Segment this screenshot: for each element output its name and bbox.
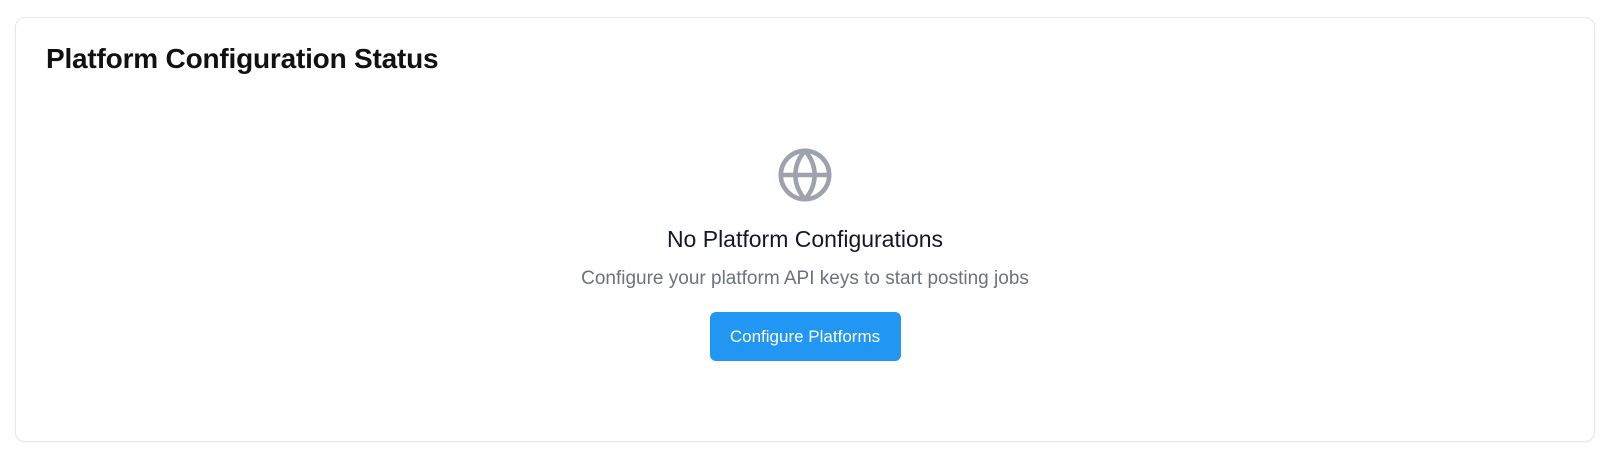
empty-state-heading: No Platform Configurations — [666, 226, 944, 252]
card-title: Platform Configuration Status — [46, 43, 439, 74]
empty-state: No Platform Configurations Configure you… — [16, 146, 1594, 361]
platform-status-card: Platform Configuration Status No Platfor… — [15, 17, 1595, 442]
globe-icon — [776, 146, 834, 204]
empty-state-description: Configure your platform API keys to star… — [581, 268, 1029, 289]
configure-platforms-button[interactable]: Configure Platforms — [709, 312, 901, 361]
